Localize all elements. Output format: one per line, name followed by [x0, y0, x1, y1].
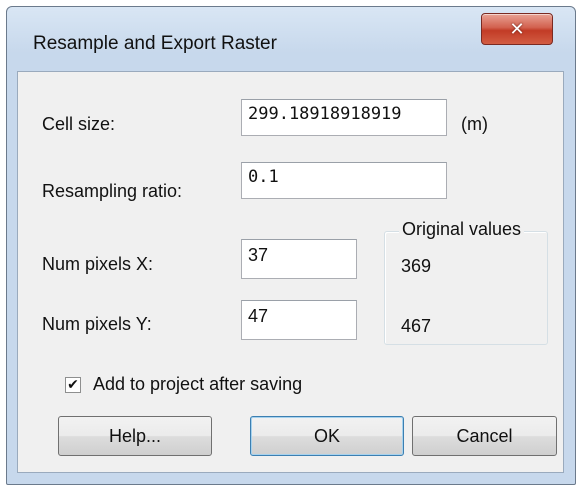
dialog-window: Resample and Export Raster ✕ Cell size: … — [6, 6, 576, 485]
original-pixels-x: 369 — [401, 256, 432, 276]
add-to-project-label[interactable]: Add to project after saving — [93, 374, 302, 395]
help-button[interactable]: Help... — [58, 416, 212, 456]
num-pixels-x-label: Num pixels X: — [42, 254, 154, 274]
close-button[interactable]: ✕ — [481, 13, 553, 45]
cell-size-label: Cell size: — [42, 114, 116, 134]
original-pixels-y: 467 — [401, 316, 432, 336]
cell-size-input[interactable]: 299.18918918919 — [241, 99, 447, 136]
resampling-ratio-label: Resampling ratio: — [42, 181, 183, 201]
ok-button[interactable]: OK — [250, 416, 404, 456]
dialog-body: Cell size: 299.18918918919 (m) Resamplin… — [17, 71, 564, 473]
num-pixels-x-input[interactable]: 37 — [241, 239, 357, 279]
original-values-title: Original values — [399, 219, 525, 240]
add-to-project-checkbox[interactable]: ✔ — [65, 377, 81, 393]
num-pixels-y-input[interactable]: 47 — [241, 300, 357, 340]
close-icon: ✕ — [509, 18, 525, 40]
original-values-group: Original values 369 467 — [384, 219, 548, 345]
cell-size-unit: (m) — [461, 114, 488, 134]
resampling-ratio-input[interactable]: 0.1 — [241, 162, 447, 199]
window-title: Resample and Export Raster — [33, 33, 277, 54]
num-pixels-y-label: Num pixels Y: — [42, 314, 152, 334]
title-bar[interactable]: Resample and Export Raster ✕ — [7, 7, 575, 71]
checkmark-icon: ✔ — [67, 377, 79, 393]
cancel-button[interactable]: Cancel — [412, 416, 557, 456]
